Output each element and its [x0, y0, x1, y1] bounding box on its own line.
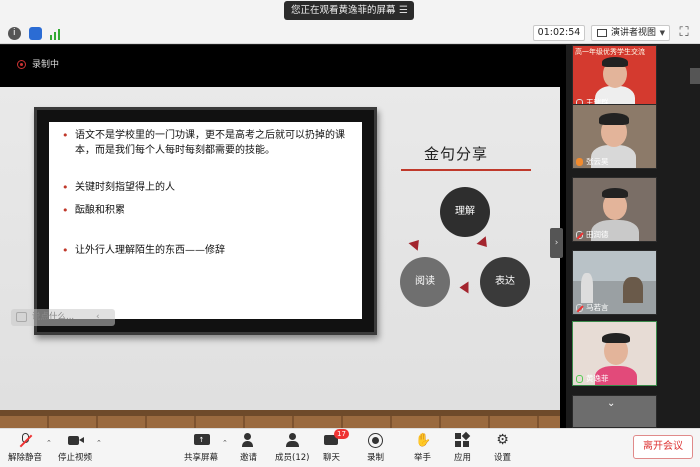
share-screen-button[interactable]: ↑ 共享屏幕 [184, 433, 218, 463]
bullet-1: 语文不是学校里的一门功课，更不是高考之后就可以扔掉的课本，而是我们每个人每时每刻… [61, 128, 357, 158]
cycle-node-understand: 理解 [440, 187, 490, 237]
leave-meeting-button[interactable]: 离开会议 [633, 435, 693, 459]
participant-tile-3[interactable]: 田润德 [572, 177, 657, 242]
fullscreen-icon[interactable]: ⛶ [676, 25, 692, 41]
unmute-button[interactable]: 解除静音 [8, 433, 42, 463]
members-button[interactable]: 成员(12) [275, 433, 309, 463]
participant-name: 黄逸菲 [586, 374, 609, 383]
video-camera-icon [67, 433, 84, 448]
participant-name: 张云昊 [586, 157, 609, 166]
cycle-arrow-2 [459, 281, 469, 294]
collapse-panel-button[interactable]: › [550, 228, 563, 258]
participant-tile-4[interactable]: 马若言 [572, 250, 657, 315]
panel-side-handle[interactable] [690, 68, 700, 84]
apps-label: 应用 [454, 453, 472, 463]
info-icon[interactable]: i [8, 27, 21, 40]
banner-text: 您正在观看黄逸菲的屏幕 [291, 5, 396, 16]
meeting-window: 您正在观看黄逸菲的屏幕 ☰ i 01:02:54 演讲者视图 ▼ ⛶ 录制中 语… [0, 0, 700, 467]
record-icon [17, 60, 26, 69]
users-icon [285, 433, 300, 448]
members-label: 成员(12) [275, 453, 310, 463]
add-user-icon [241, 433, 256, 448]
chat-button[interactable]: 17 聊天 [323, 429, 349, 463]
top-bar: 您正在观看黄逸菲的屏幕 ☰ i 01:02:54 演讲者视图 ▼ ⛶ [0, 0, 700, 44]
chevron-down-icon: ▼ [659, 29, 665, 37]
hand-icon: ✋ [415, 433, 432, 448]
settings-button[interactable]: ⚙ 设置 [494, 432, 512, 464]
record-button[interactable]: 录制 [367, 433, 384, 463]
bullet-4: 让外行人理解陌生的东西——修辞 [61, 243, 357, 258]
title-underline [401, 169, 531, 171]
view-mode-dropdown[interactable]: 演讲者视图 ▼ [591, 25, 670, 41]
chat-input[interactable]: 说点什么... ‹ [11, 309, 115, 326]
slide-frame: 语文不是学校里的一门功课，更不是高考之后就可以扔掉的课本，而是我们每个人每时每刻… [34, 107, 377, 335]
chevron-up-icon[interactable]: ⌃ [96, 439, 102, 447]
unmute-label: 解除静音 [8, 453, 43, 463]
record-icon [368, 433, 383, 448]
chevron-up-icon[interactable]: ⌃ [222, 439, 228, 447]
invite-label: 邀请 [240, 453, 258, 463]
participant-tile-2[interactable]: 张云昊 [572, 104, 657, 169]
user-icon [576, 158, 583, 166]
bullet-3: 酝酿和积累 [61, 203, 357, 218]
invite-button[interactable]: 邀请 [240, 433, 257, 463]
microphone-muted-icon [576, 231, 583, 239]
microphone-muted-icon [18, 433, 33, 448]
cycle-node-read: 阅读 [400, 257, 450, 307]
share-screen-icon: ↑ [193, 433, 210, 448]
participant-tile-1[interactable]: 高一年级优秀学生交流 王瑞群 [572, 45, 657, 110]
chat-label: 聊天 [323, 453, 341, 463]
apps-button[interactable]: 应用 [454, 431, 472, 463]
slide-title: 金句分享 [424, 145, 489, 163]
slide-card: 语文不是学校里的一门功课，更不是高考之后就可以扔掉的课本，而是我们每个人每时每刻… [49, 122, 362, 319]
stop-video-button[interactable]: 停止视频 [58, 433, 92, 463]
bullet-2: 关键时刻指望得上的人 [61, 180, 357, 195]
chat-bubble-icon [16, 312, 27, 322]
chevron-up-icon[interactable]: ⌃ [46, 439, 52, 447]
settings-label: 设置 [494, 453, 512, 463]
cycle-arrow-3 [408, 236, 424, 251]
stop-video-label: 停止视频 [58, 453, 93, 463]
microphone-icon [576, 375, 583, 383]
recording-indicator: 录制中 [17, 57, 59, 70]
screen-share-banner[interactable]: 您正在观看黄逸菲的屏幕 ☰ [284, 1, 414, 20]
chat-badge: 17 [334, 429, 349, 439]
shared-screen: 录制中 语文不是学校里的一门功课，更不是高考之后就可以扔掉的课本，而是我们每个人… [0, 45, 566, 428]
record-label: 录制 [367, 453, 385, 463]
menu-icon[interactable]: ☰ [399, 1, 408, 20]
participant-panel: 高一年级优秀学生交流 王瑞群 张云昊 田润德 马若言 黄逸菲 ⌄ [566, 45, 700, 428]
apps-grid-icon [455, 431, 471, 448]
presentation-slide: 语文不是学校里的一门功课，更不是高考之后就可以扔掉的课本，而是我们每个人每时每刻… [0, 87, 560, 428]
microphone-muted-icon [576, 304, 583, 312]
grid-icon [597, 29, 607, 37]
chevron-left-icon[interactable]: ‹ [96, 309, 100, 326]
raise-hand-label: 举手 [414, 453, 432, 463]
bottom-toolbar: 解除静音 ⌃ 停止视频 ⌃ ↑ 共享屏幕 ⌃ 邀请 成员(12) 17 聊天 录… [0, 428, 700, 467]
meeting-timer: 01:02:54 [533, 25, 585, 41]
participant-name: 田润德 [586, 230, 609, 239]
recording-label: 录制中 [32, 60, 60, 70]
participant-name: 马若言 [586, 303, 609, 312]
share-screen-label: 共享屏幕 [184, 453, 219, 463]
tile-overlay-text: 高一年级优秀学生交流 [575, 48, 645, 56]
participant-tile-6[interactable]: ⌄ [572, 395, 657, 428]
wood-floor [0, 410, 560, 428]
signal-icon[interactable] [49, 27, 62, 40]
chat-icon: 17 [324, 429, 349, 448]
gear-icon: ⚙ [496, 432, 509, 448]
participant-tile-5[interactable]: 黄逸菲 [572, 321, 657, 386]
view-mode-label: 演讲者视图 [611, 28, 657, 38]
raise-hand-button[interactable]: ✋ 举手 [414, 433, 431, 463]
chevron-down-icon[interactable]: ⌄ [607, 398, 615, 409]
shield-icon[interactable] [29, 27, 42, 40]
cycle-node-express: 表达 [480, 257, 530, 307]
chat-placeholder: 说点什么... [32, 312, 75, 322]
cycle-arrow-1 [476, 236, 492, 251]
